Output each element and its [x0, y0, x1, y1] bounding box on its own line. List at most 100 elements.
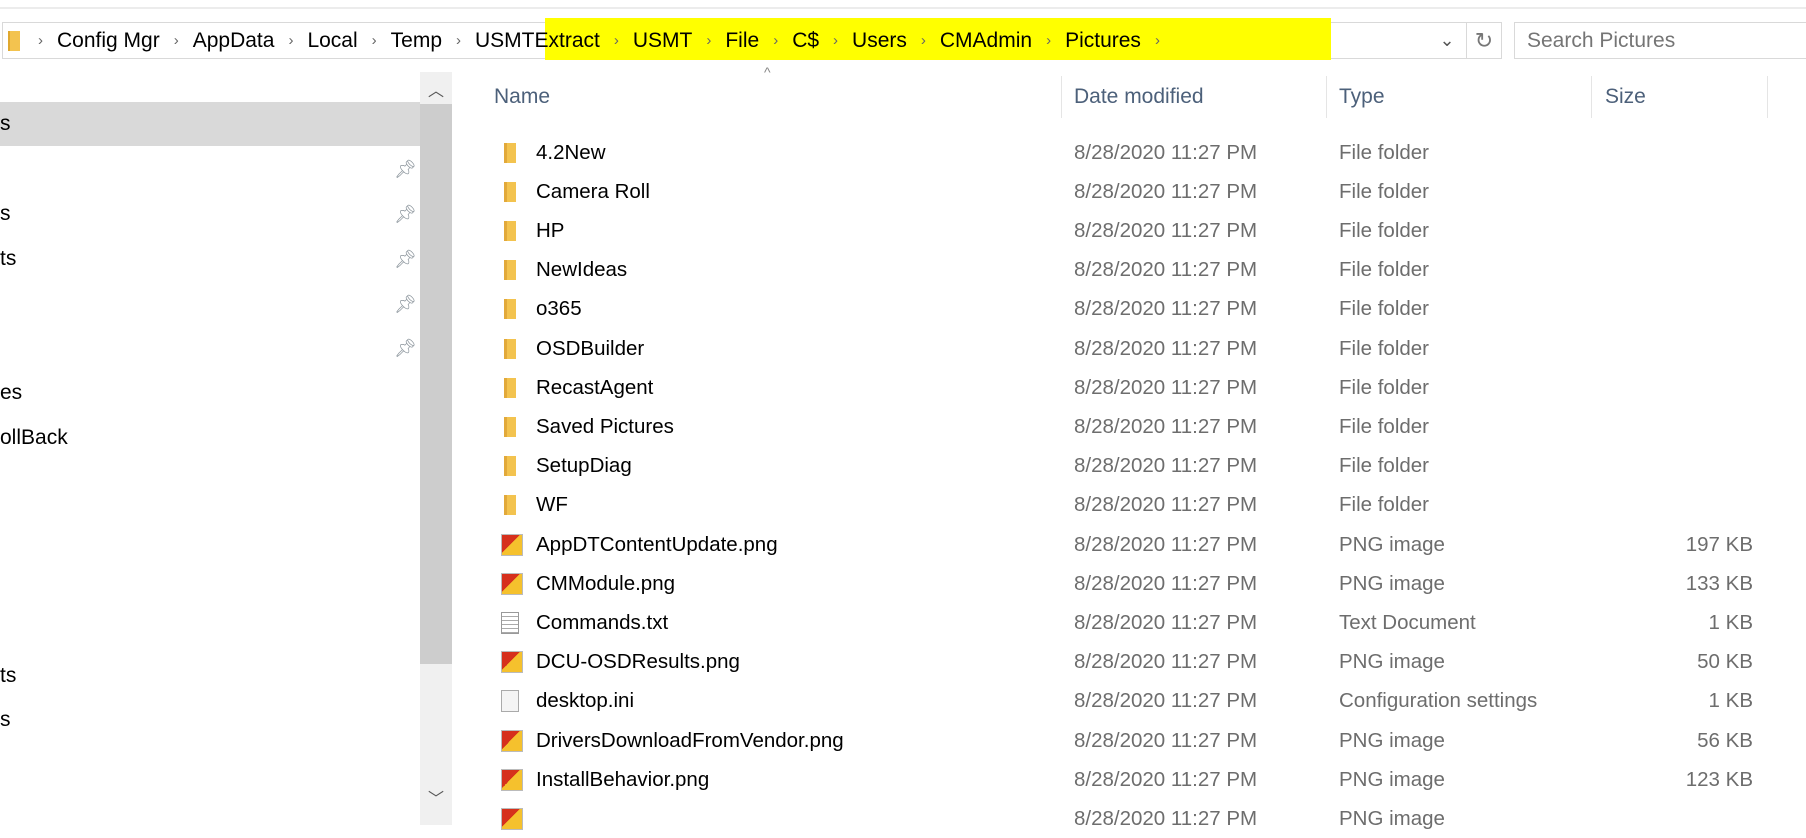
file-date: 8/28/2020 11:27 PM	[1074, 140, 1258, 164]
breadcrumb-separator-icon[interactable]: ›	[30, 32, 51, 49]
nav-item[interactable]: 📌︎	[0, 326, 420, 370]
folder-icon	[504, 260, 516, 281]
breadcrumb-separator-icon[interactable]: ›	[606, 32, 627, 49]
nav-item[interactable]: s	[0, 102, 420, 146]
refresh-button[interactable]: ↻	[1466, 22, 1502, 59]
file-row[interactable]: 8/28/2020 11:27 PM PNG image	[480, 799, 1770, 838]
file-date: 8/28/2020 11:27 PM	[1074, 375, 1258, 399]
pin-icon[interactable]: 📌︎	[394, 204, 417, 225]
breadcrumb-item[interactable]: CMAdmin	[934, 29, 1038, 53]
png-image-icon	[501, 533, 523, 556]
breadcrumb: › Config Mgr › AppData › Local › Temp › USMTExtra…	[8, 22, 1168, 59]
breadcrumb-separator-icon[interactable]: ›	[698, 32, 719, 49]
png-image-icon	[501, 572, 523, 595]
chevron-down-icon: ⌄	[1439, 29, 1455, 50]
png-image-icon	[501, 651, 523, 674]
nav-item-label: ts	[0, 247, 17, 270]
column-header-type[interactable]: Type	[1327, 76, 1592, 118]
file-row[interactable]: InstallBehavior.png 8/28/2020 11:27 PM PNG…	[480, 760, 1770, 799]
file-row[interactable]: OSDBuilder 8/28/2020 11:27 PM File folder	[480, 329, 1770, 368]
scroll-down-arrow[interactable]: ﹀	[420, 782, 452, 812]
breadcrumb-separator-icon[interactable]: ›	[825, 32, 846, 49]
file-type: PNG image	[1339, 571, 1445, 595]
pin-icon[interactable]: 📌︎	[394, 338, 417, 359]
file-row[interactable]: WF 8/28/2020 11:27 PM File folder	[480, 486, 1770, 525]
breadcrumb-item[interactable]: Pictures	[1059, 29, 1147, 53]
file-date: 8/28/2020 11:27 PM	[1074, 806, 1258, 830]
breadcrumb-item[interactable]: File	[719, 29, 765, 53]
file-name: DriversDownloadFromVendor.png	[536, 728, 844, 752]
breadcrumb-separator-icon[interactable]: ›	[280, 32, 301, 49]
file-row[interactable]: RecastAgent 8/28/2020 11:27 PM File folder	[480, 368, 1770, 407]
breadcrumb-separator-icon[interactable]: ›	[166, 32, 187, 49]
column-name-label: Name	[494, 85, 551, 108]
file-row[interactable]: desktop.ini 8/28/2020 11:27 PM Configurati…	[480, 682, 1770, 721]
file-row[interactable]: NewIdeas 8/28/2020 11:27 PM File folder	[480, 251, 1770, 290]
column-header-size[interactable]: Size	[1592, 76, 1768, 118]
address-history-dropdown[interactable]: ⌄	[1432, 24, 1462, 56]
breadcrumb-separator-icon[interactable]: ›	[765, 32, 786, 49]
breadcrumb-item[interactable]: USMTExtract	[469, 29, 606, 53]
breadcrumb-item[interactable]: Config Mgr	[51, 29, 166, 53]
breadcrumb-item[interactable]: Users	[846, 29, 913, 53]
pin-icon[interactable]: 📌︎	[394, 294, 417, 315]
file-date: 8/28/2020 11:27 PM	[1074, 571, 1258, 595]
breadcrumb-item[interactable]: Local	[301, 29, 363, 53]
pin-icon[interactable]: 📌︎	[394, 159, 417, 180]
nav-item[interactable]: ts 📌︎	[0, 237, 420, 281]
breadcrumb-item[interactable]: Temp	[385, 29, 448, 53]
file-date: 8/28/2020 11:27 PM	[1074, 728, 1258, 752]
folder-icon	[504, 416, 516, 437]
folder-icon	[504, 377, 516, 398]
file-row[interactable]: HP 8/28/2020 11:27 PM File folder	[480, 211, 1770, 250]
nav-item[interactable]: es	[0, 371, 420, 415]
column-header-date[interactable]: Date modified	[1062, 76, 1327, 118]
nav-item-label: es	[0, 381, 23, 404]
file-name: RecastAgent	[536, 375, 654, 399]
nav-item[interactable]: s 📌︎	[0, 192, 420, 236]
nav-item[interactable]: s	[0, 698, 420, 742]
file-row[interactable]: 4.2New 8/28/2020 11:27 PM File folder	[480, 133, 1770, 172]
nav-item[interactable]: 📌︎	[0, 147, 420, 191]
breadcrumb-separator-icon[interactable]: ›	[1147, 32, 1168, 49]
file-row[interactable]: DCU-OSDResults.png 8/28/2020 11:27 PM PNG …	[480, 643, 1770, 682]
png-image-icon	[501, 768, 523, 791]
file-name: Camera Roll	[536, 179, 650, 203]
pin-icon[interactable]: 📌︎	[394, 249, 417, 270]
file-type: PNG image	[1339, 728, 1445, 752]
search-input[interactable]	[1514, 22, 1806, 59]
file-size: 1 KB	[1708, 689, 1753, 713]
file-row[interactable]: AppDTContentUpdate.png 8/28/2020 11:27 PM…	[480, 525, 1770, 564]
file-name: OSDBuilder	[536, 336, 645, 360]
file-row[interactable]: CMModule.png 8/28/2020 11:27 PM PNG image 1…	[480, 564, 1770, 603]
file-type: PNG image	[1339, 650, 1445, 674]
file-row[interactable]: DriversDownloadFromVendor.png 8/28/2020 1…	[480, 721, 1770, 760]
breadcrumb-separator-icon[interactable]: ›	[1038, 32, 1059, 49]
breadcrumb-separator-icon[interactable]: ›	[364, 32, 385, 49]
file-date: 8/28/2020 11:27 PM	[1074, 414, 1258, 438]
png-image-icon	[501, 729, 523, 752]
breadcrumb-separator-icon[interactable]: ›	[913, 32, 934, 49]
file-row[interactable]: Commands.txt 8/28/2020 11:27 PM Text Docum…	[480, 603, 1770, 642]
file-row[interactable]: SetupDiag 8/28/2020 11:27 PM File folder	[480, 447, 1770, 486]
scroll-thumb[interactable]	[420, 104, 452, 664]
nav-item-label: ts	[0, 664, 17, 687]
file-row[interactable]: o365 8/28/2020 11:27 PM File folder	[480, 290, 1770, 329]
folder-icon	[504, 181, 516, 202]
file-size: 123 KB	[1685, 767, 1753, 791]
nav-item[interactable]: ts	[0, 654, 420, 698]
nav-item[interactable]: ollBack	[0, 416, 420, 460]
file-name: WF	[536, 493, 568, 517]
scroll-up-arrow[interactable]: ︿	[420, 74, 452, 104]
file-row[interactable]: Camera Roll 8/28/2020 11:27 PM File folder	[480, 172, 1770, 211]
file-date: 8/28/2020 11:27 PM	[1074, 610, 1258, 634]
column-header-name[interactable]: Name	[480, 76, 1062, 118]
breadcrumb-item[interactable]: C$	[786, 29, 825, 53]
file-size: 56 KB	[1697, 728, 1753, 752]
breadcrumb-separator-icon[interactable]: ›	[448, 32, 469, 49]
breadcrumb-item[interactable]: AppData	[187, 29, 281, 53]
nav-item[interactable]: 📌︎	[0, 282, 420, 326]
file-row[interactable]: Saved Pictures 8/28/2020 11:27 PM File fol…	[480, 407, 1770, 446]
nav-scrollbar[interactable]: ︿ ﹀	[420, 72, 452, 825]
breadcrumb-item[interactable]: USMT	[627, 29, 699, 53]
